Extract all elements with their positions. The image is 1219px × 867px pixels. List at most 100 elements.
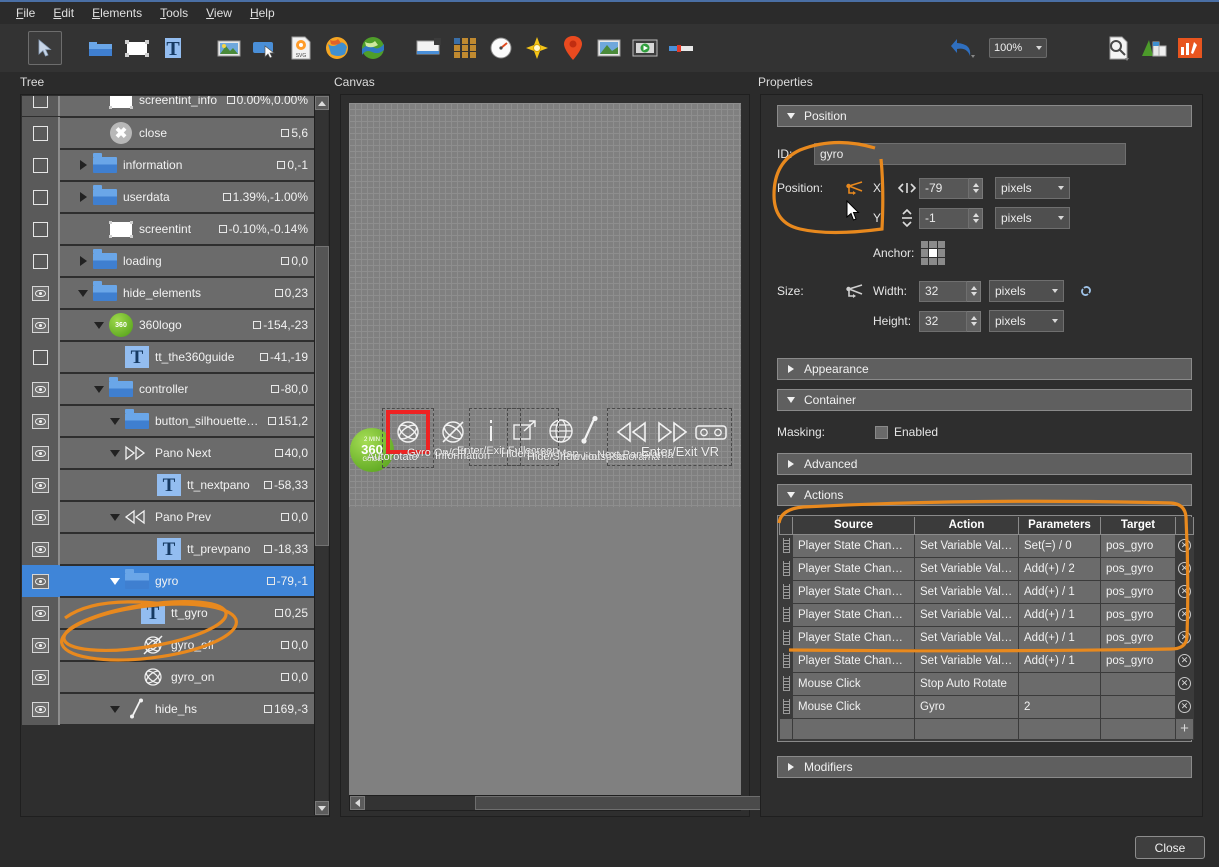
tree-row-loading[interactable]: loading 0,0 bbox=[22, 245, 314, 278]
action-parameters[interactable]: Set(=) / 0 bbox=[1018, 533, 1101, 558]
tree-row-screentint[interactable]: screentint -0.10%,-0.14% bbox=[22, 213, 314, 246]
gyro-off-icon[interactable] bbox=[439, 418, 467, 446]
tree-row-gyro-on[interactable]: gyro_on 0,0 bbox=[22, 661, 314, 694]
section-appearance[interactable]: Appearance bbox=[777, 358, 1192, 380]
actions-new-row[interactable]: + bbox=[779, 717, 1194, 740]
action-action[interactable]: Set Variable Value bbox=[914, 556, 1019, 581]
action-parameters[interactable] bbox=[1018, 671, 1101, 696]
zoom-level-select[interactable]: 100% bbox=[989, 38, 1047, 58]
action-parameters[interactable]: Add(+) / 1 bbox=[1018, 625, 1101, 650]
action-action[interactable]: Set Variable Value bbox=[914, 602, 1019, 627]
tree-row-gyro-off[interactable]: gyro_off 0,0 bbox=[22, 629, 314, 662]
y-unit-select[interactable]: pixels bbox=[995, 207, 1070, 229]
visibility-checkbox[interactable] bbox=[22, 341, 58, 373]
action-parameters[interactable]: 2 bbox=[1018, 694, 1101, 719]
actions-col-parameters[interactable]: Parameters bbox=[1018, 517, 1101, 535]
map-icon[interactable] bbox=[356, 31, 390, 65]
tree-row-tt-the360guide[interactable]: Ttt_the360guide -41,-19 bbox=[22, 341, 314, 374]
tree-row-tt-nextpano[interactable]: Ttt_nextpano -58,33 bbox=[22, 469, 314, 502]
actions-row[interactable]: Player State Changed* Set Variable Value A… bbox=[779, 625, 1194, 650]
close-button[interactable]: Close bbox=[1135, 836, 1205, 859]
tree-row-gyro[interactable]: gyro -79,-1 bbox=[22, 565, 314, 598]
delete-row-button[interactable]: ✕ bbox=[1175, 671, 1194, 696]
actions-row[interactable]: Mouse Click Gyro 2 ✕ bbox=[779, 694, 1194, 719]
row-drag-handle[interactable] bbox=[779, 694, 793, 719]
hotspot-icon[interactable] bbox=[579, 415, 601, 447]
delete-row-button[interactable]: ✕ bbox=[1175, 625, 1194, 650]
tree-row-tt-prevpano[interactable]: Ttt_prevpano -18,33 bbox=[22, 533, 314, 566]
visibility-eye-icon[interactable] bbox=[22, 565, 58, 597]
chevron-down-icon[interactable] bbox=[92, 382, 106, 396]
menu-view[interactable]: View bbox=[198, 3, 240, 23]
delete-row-button[interactable]: ✕ bbox=[1175, 602, 1194, 627]
action-parameters[interactable]: Add(+) / 1 bbox=[1018, 579, 1101, 604]
slider-icon[interactable] bbox=[664, 31, 698, 65]
action-target[interactable]: pos_gyro bbox=[1100, 533, 1176, 558]
delete-row-button[interactable]: ✕ bbox=[1175, 533, 1194, 558]
row-drag-handle[interactable] bbox=[779, 671, 793, 696]
actions-row[interactable]: Player State Changed Set Variable Value Se… bbox=[779, 533, 1194, 558]
menu-tools[interactable]: Tools bbox=[152, 3, 196, 23]
menu-elements[interactable]: Elements bbox=[84, 3, 150, 23]
action-target[interactable] bbox=[1100, 694, 1176, 719]
section-actions[interactable]: Actions bbox=[777, 484, 1192, 506]
chevron-down-icon[interactable] bbox=[92, 318, 106, 332]
hscroll-track[interactable] bbox=[365, 796, 815, 810]
width-unit-select[interactable]: pixels bbox=[989, 280, 1064, 302]
tree-row-button-silhouette-[interactable]: button_silhouette_... 151,2 bbox=[22, 405, 314, 438]
width-stepper[interactable] bbox=[967, 280, 981, 302]
action-parameters[interactable]: Add(+) / 1 bbox=[1018, 648, 1101, 673]
scroll-left-button[interactable] bbox=[350, 796, 365, 810]
action-action[interactable]: Set Variable Value bbox=[914, 625, 1019, 650]
action-source[interactable]: Player State Changed* bbox=[792, 625, 915, 650]
y-stepper[interactable] bbox=[969, 207, 983, 229]
link-chain-icon[interactable] bbox=[1076, 283, 1096, 299]
visibility-checkbox[interactable] bbox=[22, 149, 58, 181]
tools-icon[interactable] bbox=[1173, 31, 1207, 65]
actions-row[interactable]: Player State Changed* Set Variable Value A… bbox=[779, 648, 1194, 673]
row-drag-handle[interactable] bbox=[779, 556, 793, 581]
visibility-checkbox[interactable] bbox=[22, 96, 58, 116]
actions-col-target[interactable]: Target bbox=[1100, 517, 1176, 535]
visibility-checkbox[interactable] bbox=[22, 245, 58, 277]
visibility-eye-icon[interactable] bbox=[22, 597, 58, 629]
menu-edit[interactable]: Edit bbox=[45, 3, 82, 23]
actions-body[interactable]: Player State Changed Set Variable Value Se… bbox=[779, 533, 1194, 740]
delete-row-button[interactable]: ✕ bbox=[1175, 579, 1194, 604]
visibility-checkbox[interactable] bbox=[22, 117, 58, 149]
video-icon[interactable] bbox=[628, 31, 662, 65]
scroll-down-button[interactable] bbox=[315, 801, 329, 815]
chevron-down-icon[interactable] bbox=[108, 446, 122, 460]
action-action[interactable]: Gyro bbox=[914, 694, 1019, 719]
tree-row-pano-next[interactable]: Pano Next 40,0 bbox=[22, 437, 314, 470]
position-link-icon[interactable] bbox=[845, 180, 873, 196]
action-target[interactable]: pos_gyro bbox=[1100, 602, 1176, 627]
action-source[interactable]: Player State Changed bbox=[792, 533, 915, 558]
tree-row-controller[interactable]: controller -80,0 bbox=[22, 373, 314, 406]
visibility-eye-icon[interactable] bbox=[22, 405, 58, 437]
tree-row-360logo[interactable]: 360 360logo -154,-23 bbox=[22, 309, 314, 342]
chevron-right-icon[interactable] bbox=[76, 254, 90, 268]
row-drag-handle[interactable] bbox=[779, 625, 793, 650]
rectangle-icon[interactable] bbox=[120, 31, 154, 65]
menu-file[interactable]: File bbox=[8, 3, 43, 23]
row-drag-handle[interactable] bbox=[779, 602, 793, 627]
menu-help[interactable]: Help bbox=[242, 3, 283, 23]
visibility-checkbox[interactable] bbox=[22, 181, 58, 213]
thumbnail-icon[interactable] bbox=[592, 31, 626, 65]
anchor-selector[interactable] bbox=[921, 241, 945, 265]
tree-row-screentint-info[interactable]: screentint_info 0.00%,0.00% bbox=[22, 96, 314, 118]
action-parameters[interactable]: Add(+) / 1 bbox=[1018, 602, 1101, 627]
chevron-down-icon[interactable] bbox=[108, 574, 122, 588]
action-target[interactable] bbox=[1100, 671, 1176, 696]
x-field[interactable]: -79 bbox=[919, 177, 969, 199]
skin-icon[interactable] bbox=[1137, 31, 1171, 65]
visibility-eye-icon[interactable] bbox=[22, 501, 58, 533]
delete-row-button[interactable]: ✕ bbox=[1175, 648, 1194, 673]
delete-row-button[interactable]: ✕ bbox=[1175, 694, 1194, 719]
chevron-right-icon[interactable] bbox=[76, 190, 90, 204]
actions-col-action[interactable]: Action bbox=[914, 517, 1019, 535]
section-advanced[interactable]: Advanced bbox=[777, 453, 1192, 475]
tree-vertical-scrollbar[interactable] bbox=[314, 96, 329, 815]
undo-icon[interactable] bbox=[943, 31, 983, 65]
